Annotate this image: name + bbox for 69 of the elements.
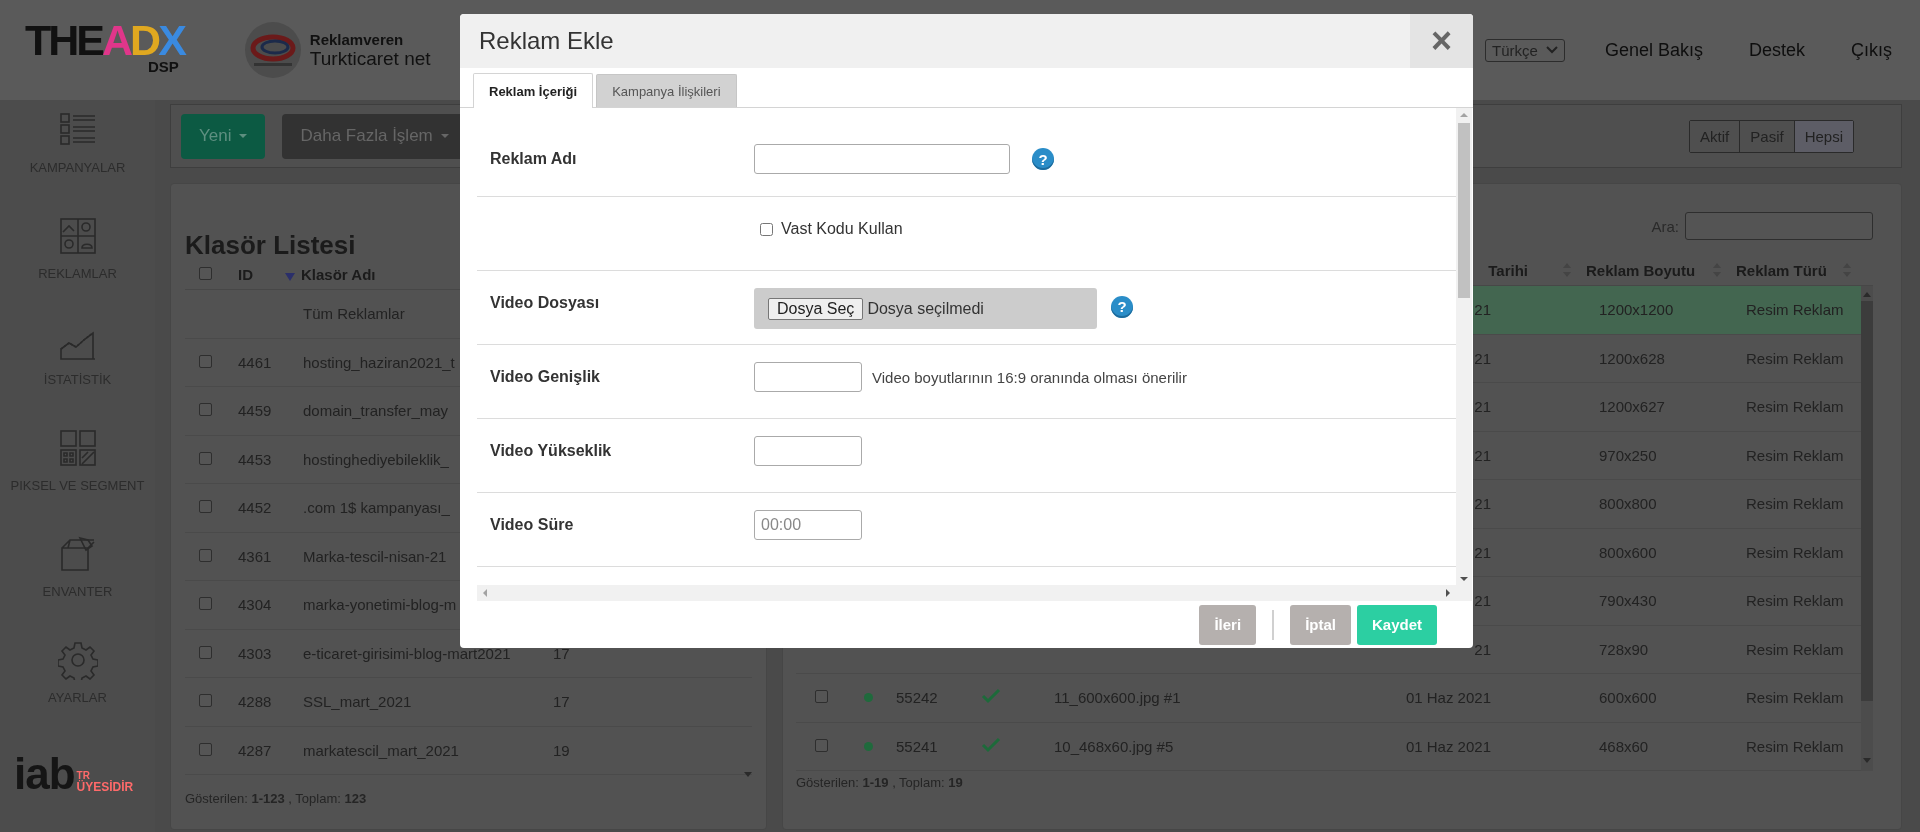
- input-field[interactable]: [754, 362, 862, 392]
- action-button[interactable]: Yeni: [181, 113, 266, 159]
- caret-icon: [239, 134, 248, 138]
- scroll-down-arrow-icon: [744, 772, 752, 777]
- file-status: Dosya seçilmedi: [867, 299, 984, 318]
- row-checkbox[interactable]: [198, 645, 212, 659]
- choose-file-button[interactable]: Dosya Seç: [768, 297, 864, 320]
- field-label: Video Dosyası: [490, 293, 601, 313]
- row-checkbox[interactable]: [198, 500, 212, 514]
- tab[interactable]: Reklam İçeriği: [473, 73, 594, 108]
- tab[interactable]: Kampanya İlişkileri: [596, 74, 737, 107]
- input-field[interactable]: 00:00: [754, 510, 862, 540]
- nav-link[interactable]: Genel Bakış: [1604, 39, 1703, 61]
- modal-title: Reklam Ekle: [478, 27, 614, 55]
- member-caption: ÜYESİDİR: [76, 781, 134, 794]
- row-checkbox[interactable]: [198, 548, 212, 562]
- field-label: Reklam Adı: [490, 149, 578, 169]
- panel-title: Klasör Listesi: [185, 231, 357, 259]
- iab-logo-text: iab: [14, 754, 75, 794]
- column-header[interactable]: Reklam Boyutu: [1586, 261, 1696, 279]
- vertical-scrollbar[interactable]: [1456, 108, 1472, 585]
- row-checkbox[interactable]: [814, 738, 828, 752]
- row-checkbox[interactable]: [198, 266, 212, 280]
- row-checkbox[interactable]: [198, 742, 212, 756]
- row-checkbox[interactable]: [198, 694, 212, 708]
- advertiser-logo-icon: [243, 21, 302, 79]
- language-select[interactable]: Türkçe: [1485, 38, 1565, 62]
- nav-link[interactable]: Destek: [1748, 39, 1805, 61]
- vertical-scrollbar[interactable]: [1861, 286, 1873, 771]
- checkbox-label[interactable]: Vast Kodu Kullan: [781, 220, 903, 238]
- field-label: Video Genişlik: [490, 367, 601, 387]
- help-icon[interactable]: ?: [1032, 148, 1054, 170]
- search-field[interactable]: [1685, 212, 1873, 240]
- row-checkbox[interactable]: [198, 597, 212, 611]
- tile-grid-icon: [57, 428, 98, 468]
- close-button[interactable]: ×: [1410, 14, 1473, 68]
- input-field[interactable]: [754, 144, 1010, 174]
- dialog-button[interactable]: İleri: [1199, 604, 1257, 645]
- checkbox[interactable]: [760, 222, 773, 236]
- sort-descending-icon: [285, 273, 295, 281]
- row-checkbox[interactable]: [814, 690, 828, 704]
- file-input[interactable]: Dosya Seç Dosya seçilmedi: [754, 288, 1097, 329]
- table-cell: 21: [1474, 301, 1491, 319]
- column-header[interactable]: ID: [238, 265, 253, 283]
- dialog-button[interactable]: İptal: [1290, 604, 1351, 645]
- nav-link[interactable]: Çıkış: [1851, 39, 1892, 61]
- logo-subtext: DSP: [148, 60, 179, 74]
- column-header[interactable]: Reklam Türü: [1736, 261, 1827, 279]
- input-field[interactable]: [754, 436, 862, 466]
- row-checkbox[interactable]: [198, 451, 212, 465]
- filter-button[interactable]: Hepsi: [1794, 120, 1853, 152]
- image-grid-icon: [57, 216, 98, 256]
- logo-text: THEADX: [25, 20, 184, 60]
- country-code: TR: [76, 770, 90, 781]
- table-cell: Resim Reklam: [1746, 301, 1844, 319]
- hint-text: Video boyutlarının 16:9 oranında olması önerilir: [872, 368, 1187, 386]
- field-label: Video Yükseklik: [490, 441, 613, 461]
- advertiser-label: Reklamveren: [309, 30, 405, 48]
- row-checkbox[interactable]: [198, 403, 212, 417]
- row-checkbox[interactable]: [198, 354, 212, 368]
- dialog-button[interactable]: Kaydet: [1356, 604, 1437, 645]
- help-icon[interactable]: ?: [1111, 295, 1133, 318]
- chevron-down-icon: [1545, 46, 1558, 54]
- advertiser-name: Turkticaret net: [309, 47, 431, 70]
- horizontal-scrollbar[interactable]: [477, 585, 1456, 601]
- field-label: Video Süre: [490, 515, 575, 535]
- caret-icon: [440, 134, 449, 138]
- settings-icon: [57, 640, 98, 680]
- table-cell: 1200x1200: [1599, 301, 1674, 319]
